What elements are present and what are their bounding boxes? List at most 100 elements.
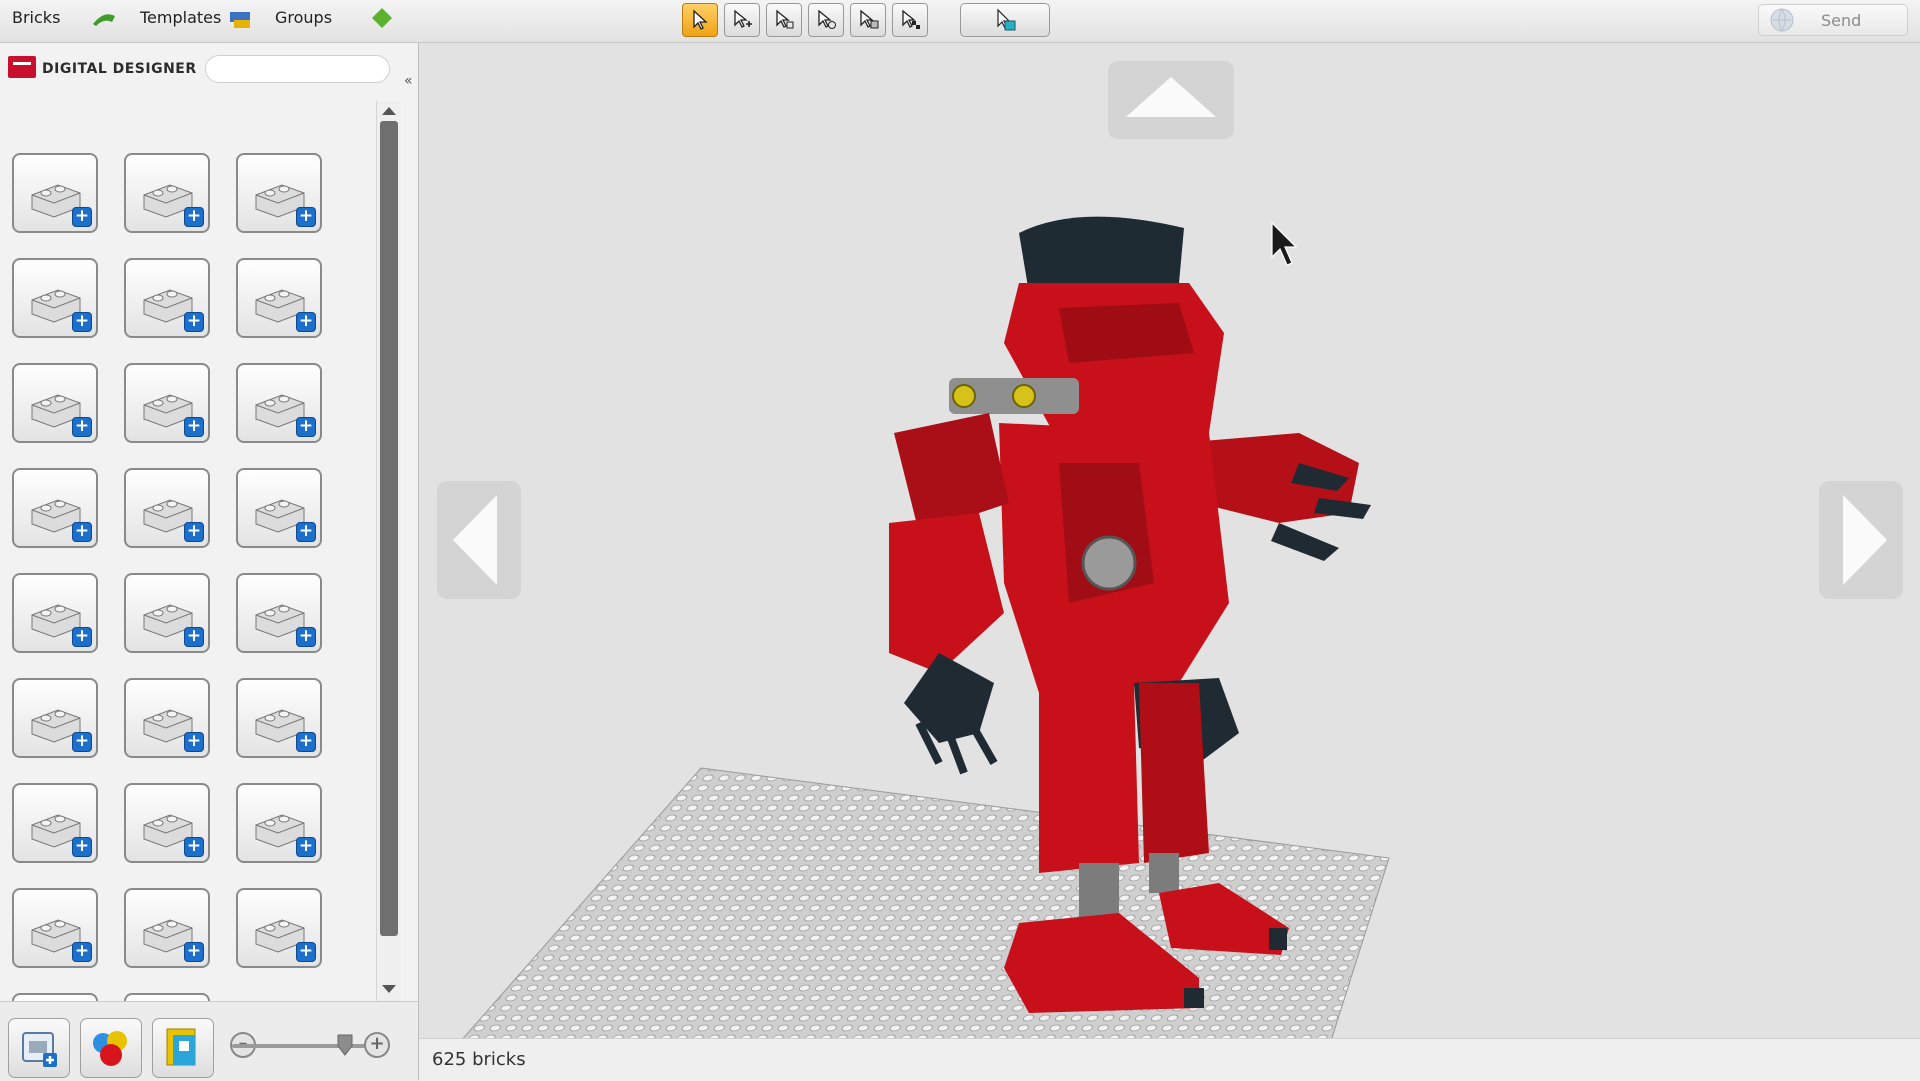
- add-brick-icon[interactable]: +: [72, 417, 92, 437]
- bricks-tab-icon[interactable]: [90, 6, 118, 32]
- add-brick-icon[interactable]: +: [184, 732, 204, 752]
- add-brick-icon[interactable]: +: [296, 627, 316, 647]
- templates-tab-icon[interactable]: [227, 6, 255, 32]
- add-brick-icon[interactable]: +: [72, 942, 92, 962]
- invert-selection-icon: [902, 9, 920, 29]
- mouse-cursor-icon: [1271, 221, 1298, 266]
- palette-item-gear-wheel[interactable]: +: [12, 888, 98, 968]
- palette-item-joint-ball[interactable]: +: [12, 993, 98, 1001]
- add-brick-icon[interactable]: +: [296, 522, 316, 542]
- add-brick-icon[interactable]: +: [72, 522, 92, 542]
- add-brick-icon[interactable]: +: [72, 627, 92, 647]
- multi-select-icon: [734, 9, 752, 28]
- palette-item-plate-2x2[interactable]: +: [124, 363, 210, 443]
- collapse-panel-icon[interactable]: «: [404, 73, 413, 89]
- add-brick-icon[interactable]: +: [72, 837, 92, 857]
- palette-item-slope-brick[interactable]: +: [124, 258, 210, 338]
- palette-bottom-bar: – +: [0, 1001, 418, 1081]
- palette-item-brick-2x4[interactable]: +: [12, 153, 98, 233]
- invert-selection-tool-button[interactable]: [892, 3, 928, 37]
- globe-icon: [1770, 8, 1794, 32]
- search-input[interactable]: [205, 55, 390, 83]
- palette-item-axle-pin[interactable]: +: [236, 783, 322, 863]
- multi-select-tool-button[interactable]: [724, 3, 760, 37]
- select-connected-icon: [776, 9, 794, 29]
- build-mode-icon: [22, 1032, 57, 1067]
- palette-item-engine-part[interactable]: +: [236, 678, 322, 758]
- paint-mode-button[interactable]: [80, 1018, 142, 1078]
- palette-item-curved-panel[interactable]: +: [236, 888, 322, 968]
- palette-item-plate-with-hole[interactable]: +: [12, 468, 98, 548]
- palette-item-disc-wheel[interactable]: +: [124, 678, 210, 758]
- paint-mode-icon: [93, 1031, 127, 1066]
- brick-count: 625 bricks: [432, 1049, 526, 1070]
- select-connected-tool-button[interactable]: [766, 3, 802, 37]
- add-brick-icon[interactable]: +: [184, 942, 204, 962]
- build-mode-button[interactable]: [8, 1018, 70, 1078]
- groups-tab-icon[interactable]: [368, 6, 396, 32]
- palette-item-wheel-tire[interactable]: +: [124, 573, 210, 653]
- add-brick-icon[interactable]: +: [184, 837, 204, 857]
- tab-groups[interactable]: Groups: [275, 8, 332, 27]
- scroll-down-icon[interactable]: [382, 985, 396, 993]
- palette-scrollbar[interactable]: [376, 101, 401, 1001]
- scene-canvas[interactable]: [419, 43, 1920, 1038]
- add-brick-icon[interactable]: +: [296, 417, 316, 437]
- brick-palette-panel: DIGITAL DESIGNER « + + + + + + + + + + + + + + + + + + + + +…: [0, 43, 419, 1081]
- send-button[interactable]: Send: [1758, 4, 1908, 36]
- palette-item-brick-technic-pin[interactable]: +: [236, 153, 322, 233]
- add-brick-icon[interactable]: +: [184, 627, 204, 647]
- add-brick-icon[interactable]: +: [296, 942, 316, 962]
- select-same-color-icon: [818, 9, 836, 29]
- select-same-color-tool-button[interactable]: [808, 3, 844, 37]
- select-same-shape-icon: [860, 9, 879, 29]
- palette-item-wedge-plate[interactable]: +: [236, 363, 322, 443]
- add-brick-icon[interactable]: +: [184, 207, 204, 227]
- palette-item-bar-handle[interactable]: +: [236, 573, 322, 653]
- brick-palette-grid: + + + + + + + + + + + + + + + + + + + + + + + + + +: [0, 101, 382, 1001]
- add-brick-icon[interactable]: +: [72, 312, 92, 332]
- logo-row: DIGITAL DESIGNER «: [0, 43, 418, 95]
- select-tool-button[interactable]: [682, 3, 718, 37]
- palette-item-brick-1x6[interactable]: +: [12, 258, 98, 338]
- selection-tools: [682, 3, 928, 39]
- palette-item-plate-rounded[interactable]: +: [236, 468, 322, 548]
- top-toolbar: Bricks Templates Groups Send: [0, 0, 1920, 43]
- add-brick-icon[interactable]: +: [296, 732, 316, 752]
- palette-item-technic-beam[interactable]: +: [12, 783, 98, 863]
- palette-item-brick-round[interactable]: +: [124, 153, 210, 233]
- palette-item-long-slope[interactable]: +: [124, 993, 210, 1001]
- camera-mode-button[interactable]: [960, 3, 1050, 37]
- select-icon: [693, 9, 708, 30]
- status-bar: 625 bricks: [419, 1038, 1920, 1081]
- instructions-mode-icon: [166, 1028, 196, 1066]
- zoom-in-button[interactable]: +: [364, 1032, 390, 1058]
- add-brick-icon[interactable]: +: [72, 207, 92, 227]
- palette-item-door-panel[interactable]: +: [12, 573, 98, 653]
- add-brick-icon[interactable]: +: [184, 417, 204, 437]
- zoom-slider[interactable]: [232, 1044, 382, 1048]
- app-logo-text: DIGITAL DESIGNER: [42, 61, 197, 77]
- add-brick-icon[interactable]: +: [184, 312, 204, 332]
- add-brick-icon[interactable]: +: [296, 837, 316, 857]
- tab-bricks[interactable]: Bricks: [12, 8, 60, 27]
- instructions-mode-button[interactable]: [152, 1018, 214, 1078]
- lego-logo-icon: [8, 56, 36, 78]
- select-same-shape-tool-button[interactable]: [850, 3, 886, 37]
- tab-templates[interactable]: Templates: [140, 8, 221, 27]
- palette-item-tile-slope[interactable]: +: [124, 468, 210, 548]
- add-brick-icon[interactable]: +: [184, 522, 204, 542]
- 3d-viewport[interactable]: [419, 43, 1920, 1038]
- palette-item-wedge-slope[interactable]: +: [236, 258, 322, 338]
- palette-item-minifigure[interactable]: +: [12, 678, 98, 758]
- add-brick-icon[interactable]: +: [296, 207, 316, 227]
- scrollbar-thumb[interactable]: [380, 121, 398, 936]
- palette-item-cylinder[interactable]: +: [124, 888, 210, 968]
- add-brick-icon[interactable]: +: [72, 732, 92, 752]
- zoom-slider-thumb[interactable]: [337, 1034, 353, 1056]
- add-brick-icon[interactable]: +: [296, 312, 316, 332]
- camera-mode-icon: [997, 8, 1016, 31]
- palette-item-technic-liftarm[interactable]: +: [124, 783, 210, 863]
- palette-item-curved-brick[interactable]: +: [12, 363, 98, 443]
- scroll-up-icon[interactable]: [382, 107, 396, 115]
